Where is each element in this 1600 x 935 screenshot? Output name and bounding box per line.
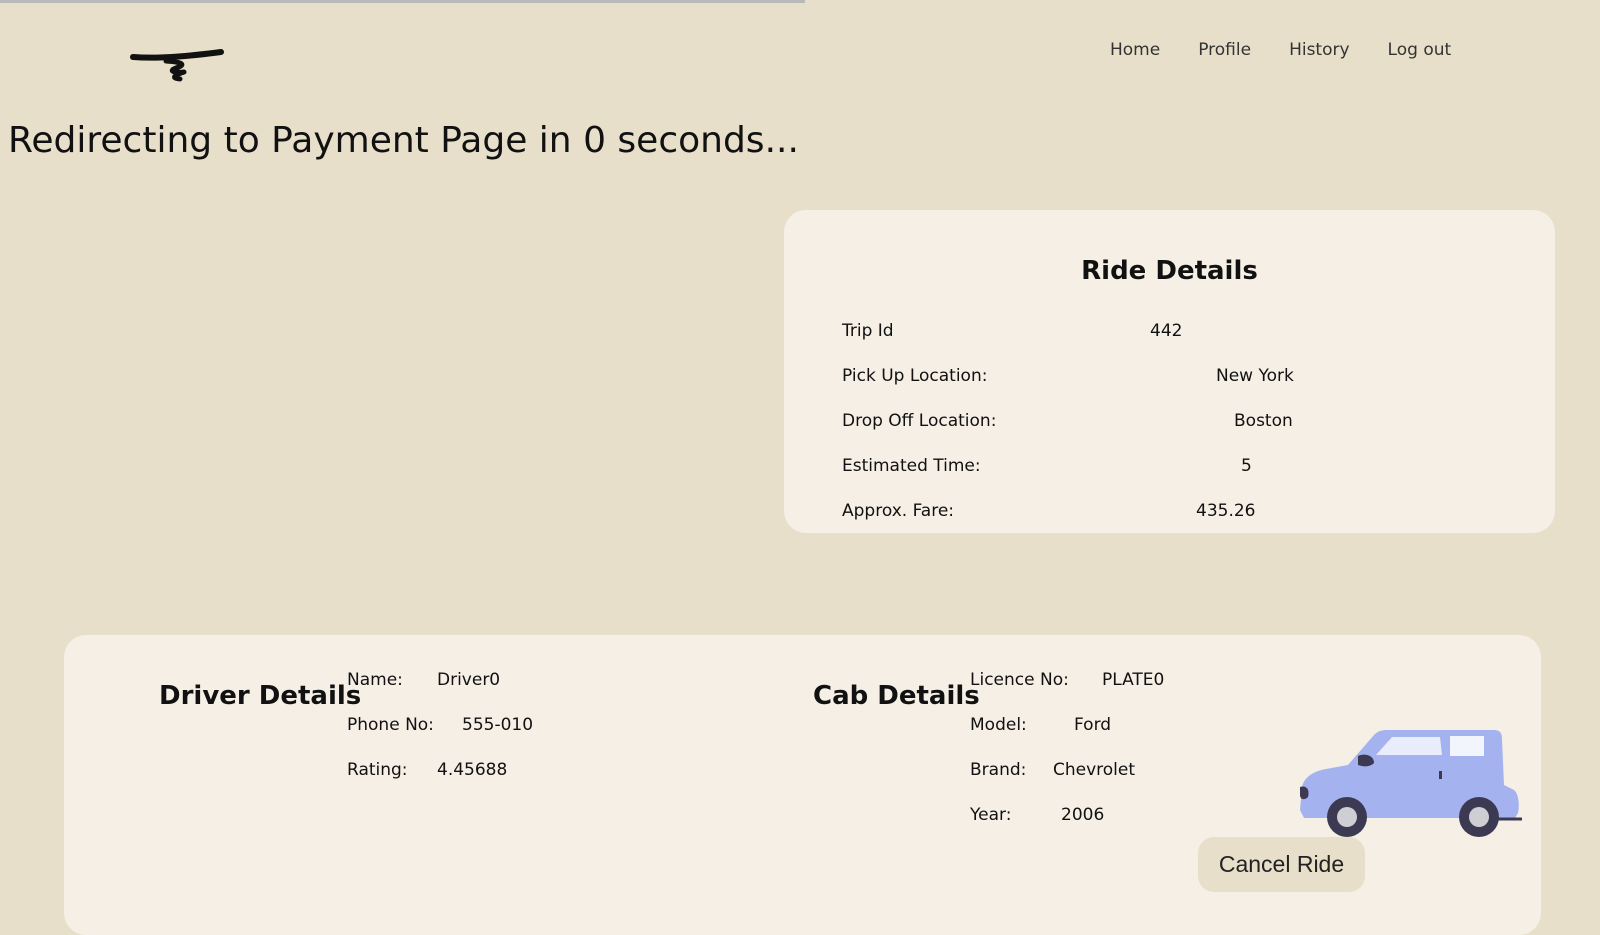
redirect-message: Redirecting to Payment Page in 0 seconds…: [8, 120, 799, 161]
cab-year-label: Year:: [970, 805, 1012, 825]
driver-rating-label: Rating:: [347, 760, 408, 780]
cab-brand-value: Chevrolet: [1053, 760, 1136, 780]
approx-fare-value: 435.26: [1196, 501, 1256, 521]
driver-rating-value: 4.45688: [437, 760, 508, 780]
driver-name-value: Driver0: [437, 670, 501, 690]
estimated-time-label: Estimated Time:: [842, 456, 981, 476]
ride-details-title: Ride Details: [1081, 256, 1258, 286]
driver-cab-card: Driver Details Name: Driver0 Phone No: 5…: [64, 635, 1541, 935]
approx-fare-label: Approx. Fare:: [842, 501, 955, 521]
cab-year-value: 2006: [1061, 805, 1105, 825]
driver-phone-value: 555-010: [462, 715, 534, 735]
cancel-ride-button[interactable]: Cancel Ride: [1198, 837, 1365, 892]
pickup-location-value: New York: [1216, 366, 1294, 386]
nav-home-link[interactable]: Home: [1110, 40, 1160, 60]
nav-profile-link[interactable]: Profile: [1198, 40, 1251, 60]
driver-details-title: Driver Details: [159, 681, 362, 711]
pickup-location-label: Pick Up Location:: [842, 366, 988, 386]
logo-scribble-icon: [130, 49, 224, 82]
licence-no-value: PLATE0: [1102, 670, 1165, 690]
estimated-time-value: 5: [1241, 456, 1252, 476]
driver-name-label: Name:: [347, 670, 403, 690]
cab-brand-label: Brand:: [970, 760, 1027, 780]
trip-id-value: 442: [1150, 321, 1183, 341]
dropoff-location-value: Boston: [1234, 411, 1293, 431]
app-logo[interactable]: [130, 44, 225, 86]
cab-model-label: Model:: [970, 715, 1027, 735]
car-illustration-icon: [1300, 730, 1522, 837]
cab-details-title: Cab Details: [813, 681, 980, 711]
nav-logout-link[interactable]: Log out: [1388, 40, 1452, 60]
trip-id-label: Trip Id: [842, 321, 894, 341]
nav-history-link[interactable]: History: [1289, 40, 1349, 60]
licence-no-label: Licence No:: [970, 670, 1069, 690]
top-nav: Home Profile History Log out: [1110, 40, 1489, 60]
dropoff-location-label: Drop Off Location:: [842, 411, 997, 431]
top-border-line: [0, 0, 805, 3]
driver-phone-label: Phone No:: [347, 715, 434, 735]
cab-model-value: Ford: [1074, 715, 1112, 735]
ride-details-card: Ride Details Trip Id 442 Pick Up Locatio…: [784, 210, 1555, 533]
